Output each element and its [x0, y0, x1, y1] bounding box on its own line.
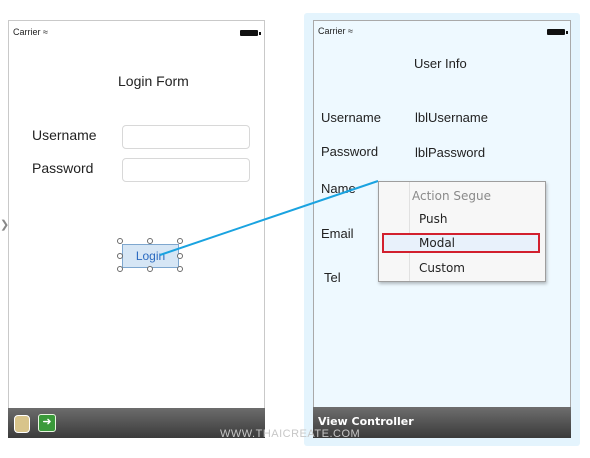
menu-gutter: [409, 182, 410, 281]
menu-item-modal-highlight[interactable]: [382, 233, 540, 253]
menu-item-custom[interactable]: Custom: [419, 261, 465, 275]
menu-item-push[interactable]: Push: [419, 212, 448, 226]
menu-item-modal[interactable]: Modal: [419, 236, 455, 250]
watermark: WWW.THAICREATE.COM: [220, 428, 361, 440]
menu-header: Action Segue: [412, 189, 492, 203]
